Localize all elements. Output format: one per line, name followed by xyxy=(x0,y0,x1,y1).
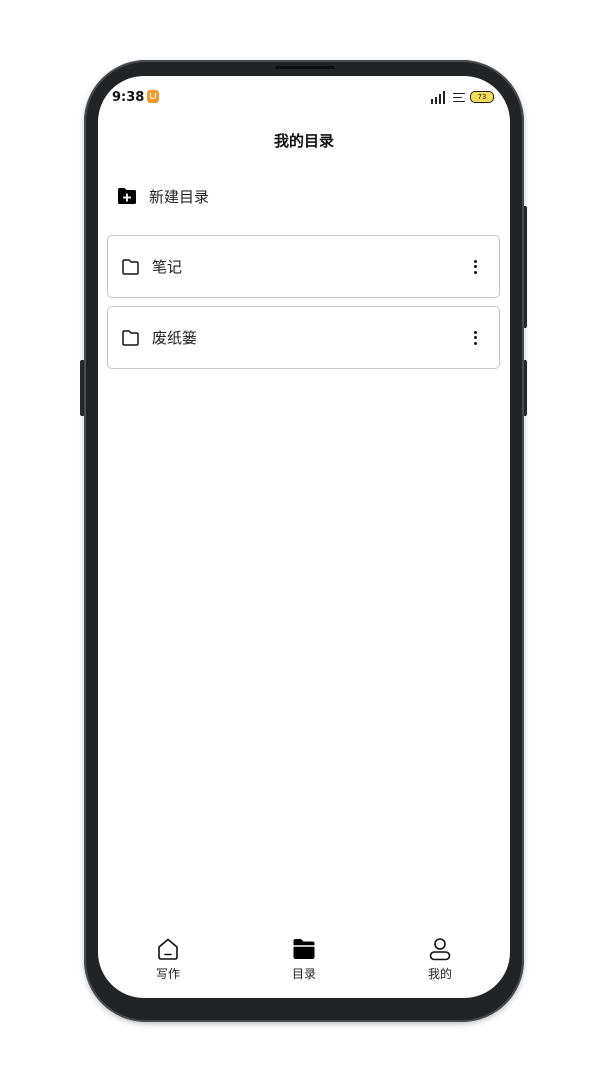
folder-item[interactable]: 废纸篓 xyxy=(107,306,500,369)
folder-item[interactable]: 笔记 xyxy=(107,235,500,298)
battery-level: 73 xyxy=(477,92,487,101)
user-icon xyxy=(429,938,451,961)
folder-icon xyxy=(122,258,139,275)
bottom-tab-bar: 写作 目录 我的 xyxy=(98,936,510,992)
status-indicators: 73 xyxy=(431,90,494,104)
page-title: 我的目录 xyxy=(273,132,334,150)
tab-write[interactable]: 写作 xyxy=(123,936,213,990)
folder-icon xyxy=(122,329,139,346)
tab-directory[interactable]: 目录 xyxy=(259,936,349,990)
tab-label: 目录 xyxy=(291,967,316,981)
app-notification-icon xyxy=(147,90,159,103)
tab-profile[interactable]: 我的 xyxy=(395,936,485,990)
home-icon xyxy=(158,938,178,960)
earpiece-slit xyxy=(275,66,335,69)
battery-icon: 73 xyxy=(470,91,494,103)
folder-label: 废纸篓 xyxy=(152,329,198,347)
wifi-icon xyxy=(453,92,465,103)
tab-label: 写作 xyxy=(155,967,180,981)
new-directory-button[interactable]: 新建目录 xyxy=(117,184,209,208)
folder-filled-icon xyxy=(293,939,315,959)
more-vertical-icon[interactable] xyxy=(461,324,489,352)
signal-icon xyxy=(431,90,448,104)
folder-plus-icon xyxy=(118,188,136,204)
more-vertical-icon[interactable] xyxy=(461,253,489,281)
status-time: 9:38 xyxy=(112,90,145,105)
tab-label: 我的 xyxy=(427,967,452,981)
new-directory-label: 新建目录 xyxy=(149,187,210,206)
folder-label: 笔记 xyxy=(152,258,183,276)
status-bar: 9:38 73 xyxy=(98,76,510,116)
phone-screen: 9:38 73 我的目录 新建目录 笔记 废纸篓 写作 目录 我的 xyxy=(98,76,510,998)
